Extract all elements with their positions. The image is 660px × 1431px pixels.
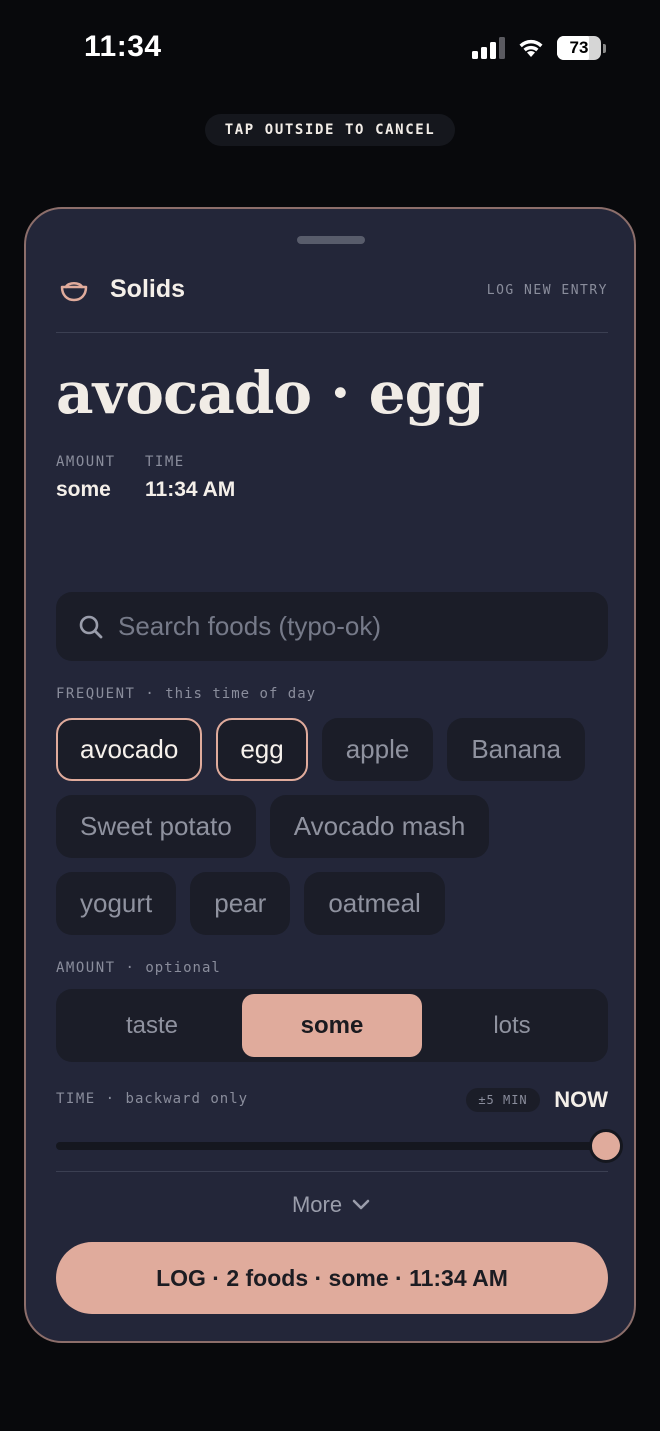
time-value: 11:34 AM — [145, 478, 236, 501]
chevron-down-icon — [352, 1199, 370, 1210]
entry-amount: AMOUNT some — [56, 454, 116, 502]
entry-title: avocado · egg — [56, 359, 485, 427]
time-section-hint: backward only — [125, 1091, 249, 1107]
sheet-drag-handle[interactable] — [297, 236, 365, 244]
time-section-title: TIME — [56, 1091, 96, 1107]
time-label: TIME — [145, 454, 185, 470]
food-chip[interactable]: egg — [216, 718, 308, 781]
food-chip[interactable]: pear — [190, 872, 291, 935]
status-icons: 73 — [472, 36, 606, 60]
status-time: 11:34 — [84, 30, 162, 63]
food-chip[interactable]: apple — [321, 718, 434, 781]
amount-option-lots[interactable]: lots — [422, 994, 602, 1057]
cellular-signal-icon — [472, 37, 505, 59]
log-button[interactable]: LOG · 2 foods · some · 11:34 AM — [56, 1242, 608, 1314]
food-chip-list: avocado egg apple Banana Sweet potato Av… — [56, 718, 616, 935]
log-entry-sheet: Solids LOG NEW ENTRY avocado · egg AMOUN… — [24, 207, 636, 1343]
more-button[interactable]: More — [276, 1185, 386, 1225]
time-section: TIME · backward only ±5 MIN NOW — [56, 1087, 608, 1117]
food-chip[interactable]: Banana — [447, 718, 585, 781]
wifi-icon — [519, 39, 543, 57]
amount-value: some — [56, 478, 111, 501]
status-bar: 11:34 73 — [0, 0, 660, 96]
frequent-hint: this time of day — [165, 686, 317, 702]
amount-selector: taste some lots — [56, 989, 608, 1062]
amount-option-some[interactable]: some — [242, 994, 422, 1057]
time-now-label[interactable]: NOW — [554, 1087, 608, 1113]
amount-section-label: AMOUNT · optional — [56, 960, 221, 976]
time-slider-track[interactable] — [56, 1142, 608, 1150]
battery-icon: 73 — [557, 36, 601, 60]
sheet-title: Solids — [110, 275, 186, 303]
tap-outside-hint[interactable]: TAP OUTSIDE TO CANCEL — [205, 114, 455, 146]
bowl-icon — [60, 282, 88, 302]
time-step-badge[interactable]: ±5 MIN — [466, 1088, 540, 1112]
more-label: More — [291, 1192, 343, 1217]
battery-percent: 73 — [569, 38, 589, 57]
amount-option-taste[interactable]: taste — [62, 994, 242, 1057]
search-icon — [79, 615, 103, 638]
search-field[interactable] — [56, 592, 608, 661]
divider — [56, 1171, 608, 1172]
food-chip[interactable]: avocado — [56, 718, 203, 781]
food-chip[interactable]: Sweet potato — [56, 795, 256, 858]
entry-time: TIME 11:34 AM — [145, 454, 235, 502]
frequent-label: FREQUENT — [56, 686, 136, 702]
time-slider-thumb[interactable] — [589, 1129, 623, 1163]
amount-label: AMOUNT — [56, 454, 116, 470]
food-chip[interactable]: Avocado mash — [269, 795, 490, 858]
frequent-section-label: FREQUENT · this time of day — [56, 686, 317, 702]
food-chip[interactable]: oatmeal — [304, 872, 445, 935]
sheet-header: Solids LOG NEW ENTRY — [56, 271, 608, 333]
time-section-label: TIME · backward only — [56, 1091, 249, 1107]
sheet-subtitle: LOG NEW ENTRY — [486, 283, 608, 298]
search-input[interactable] — [118, 611, 608, 642]
amount-section-title: AMOUNT — [56, 960, 116, 976]
food-chip[interactable]: yogurt — [56, 872, 177, 935]
amount-section-hint: optional — [145, 960, 221, 976]
